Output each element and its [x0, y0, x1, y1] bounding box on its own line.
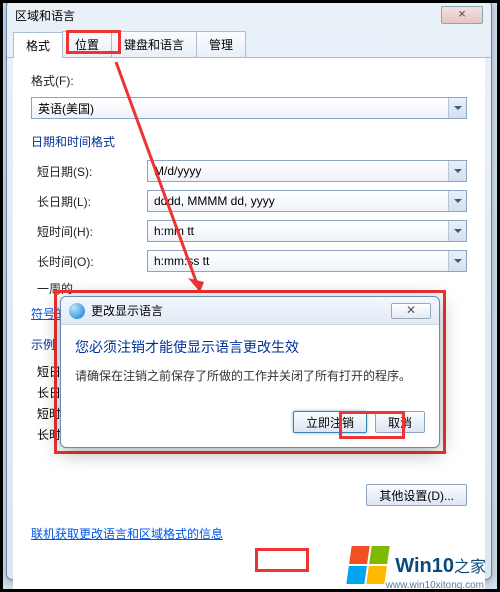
long-time-select[interactable]: h:mm:ss tt: [147, 250, 467, 272]
online-info-link[interactable]: 联机获取更改语言和区域格式的信息: [31, 527, 223, 541]
long-date-label: 长日期(L):: [37, 193, 147, 210]
tab-admin[interactable]: 管理: [196, 31, 246, 57]
long-time-value: h:mm:ss tt: [154, 254, 209, 268]
watermark-suffix: 之家: [454, 559, 486, 576]
chevron-down-icon: [448, 251, 466, 271]
cancel-button[interactable]: 取消: [375, 411, 425, 433]
watermark-url: www.win10xitong.com: [386, 580, 484, 591]
format-value: 英语(美国): [38, 100, 94, 117]
tab-format[interactable]: 格式: [13, 32, 63, 58]
tab-location[interactable]: 位置: [62, 31, 112, 57]
first-day-label: 一周的: [37, 280, 147, 297]
chevron-down-icon: [448, 98, 466, 118]
change-display-language-dialog: 更改显示语言 ✕ 您必须注销才能使显示语言更改生效 请确保在注销之前保存了所做的…: [60, 296, 440, 448]
other-settings-button[interactable]: 其他设置(D)...: [366, 484, 467, 506]
globe-icon: [69, 303, 85, 319]
dialog-close-button[interactable]: ✕: [391, 303, 431, 319]
chevron-down-icon: [448, 161, 466, 181]
watermark-brand: Win10: [395, 555, 454, 577]
short-time-value: h:mm tt: [154, 224, 194, 238]
long-date-select[interactable]: dddd, MMMM dd, yyyy: [147, 190, 467, 212]
windows-logo-icon: [347, 546, 390, 584]
short-time-select[interactable]: h:mm tt: [147, 220, 467, 242]
dialog-heading: 您必须注销才能使显示语言更改生效: [75, 337, 425, 357]
region-language-window: 区域和语言 × 格式 位置 键盘和语言 管理 格式(F): 英语(美国) 日期和…: [6, 0, 492, 580]
short-date-value: M/d/yyyy: [154, 164, 201, 178]
tab-keyboard-language[interactable]: 键盘和语言: [111, 31, 197, 57]
watermark: Win10之家: [349, 546, 486, 584]
format-select[interactable]: 英语(美国): [31, 97, 467, 119]
logoff-now-button[interactable]: 立即注销: [293, 411, 367, 433]
tabstrip: 格式 位置 键盘和语言 管理: [7, 31, 491, 58]
short-time-label: 短时间(H):: [37, 223, 147, 240]
datetime-group-title: 日期和时间格式: [31, 133, 467, 150]
long-time-label: 长时间(O):: [37, 253, 147, 270]
dialog-text: 请确保在注销之前保存了所做的工作并关闭了所有打开的程序。: [75, 367, 425, 385]
annotation-footer-box: [255, 548, 309, 572]
dialog-title: 更改显示语言: [91, 302, 163, 319]
close-button[interactable]: ×: [441, 6, 483, 24]
titlebar: 区域和语言 ×: [7, 1, 491, 29]
format-label: 格式(F):: [31, 72, 141, 89]
dialog-titlebar: 更改显示语言 ✕: [61, 297, 439, 325]
short-date-select[interactable]: M/d/yyyy: [147, 160, 467, 182]
chevron-down-icon: [448, 191, 466, 211]
chevron-down-icon: [448, 221, 466, 241]
short-date-label: 短日期(S):: [37, 163, 147, 180]
window-title: 区域和语言: [15, 7, 75, 24]
long-date-value: dddd, MMMM dd, yyyy: [154, 194, 275, 208]
